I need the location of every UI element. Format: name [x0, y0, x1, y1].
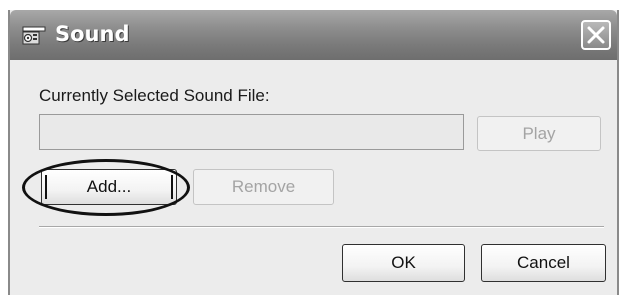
close-button[interactable] — [581, 20, 611, 50]
play-button[interactable]: Play — [477, 116, 601, 151]
current-file-field — [39, 114, 464, 150]
add-button-label: Add... — [86, 177, 132, 196]
button-focus-edge — [45, 175, 47, 199]
add-button[interactable]: Add... — [41, 169, 177, 205]
button-focus-edge — [171, 175, 173, 199]
cancel-button[interactable]: Cancel — [481, 244, 606, 282]
remove-button[interactable]: Remove — [193, 169, 334, 205]
sound-speaker-icon — [22, 24, 46, 46]
current-file-label: Currently Selected Sound File: — [39, 86, 270, 105]
title-bar[interactable]: Sound — [10, 10, 617, 60]
close-icon — [587, 26, 605, 44]
window-title: Sound — [55, 22, 130, 46]
divider — [39, 226, 604, 228]
ok-button[interactable]: OK — [342, 244, 465, 282]
sound-dialog: Sound Currently Selected Sound File: Pla… — [8, 10, 619, 295]
